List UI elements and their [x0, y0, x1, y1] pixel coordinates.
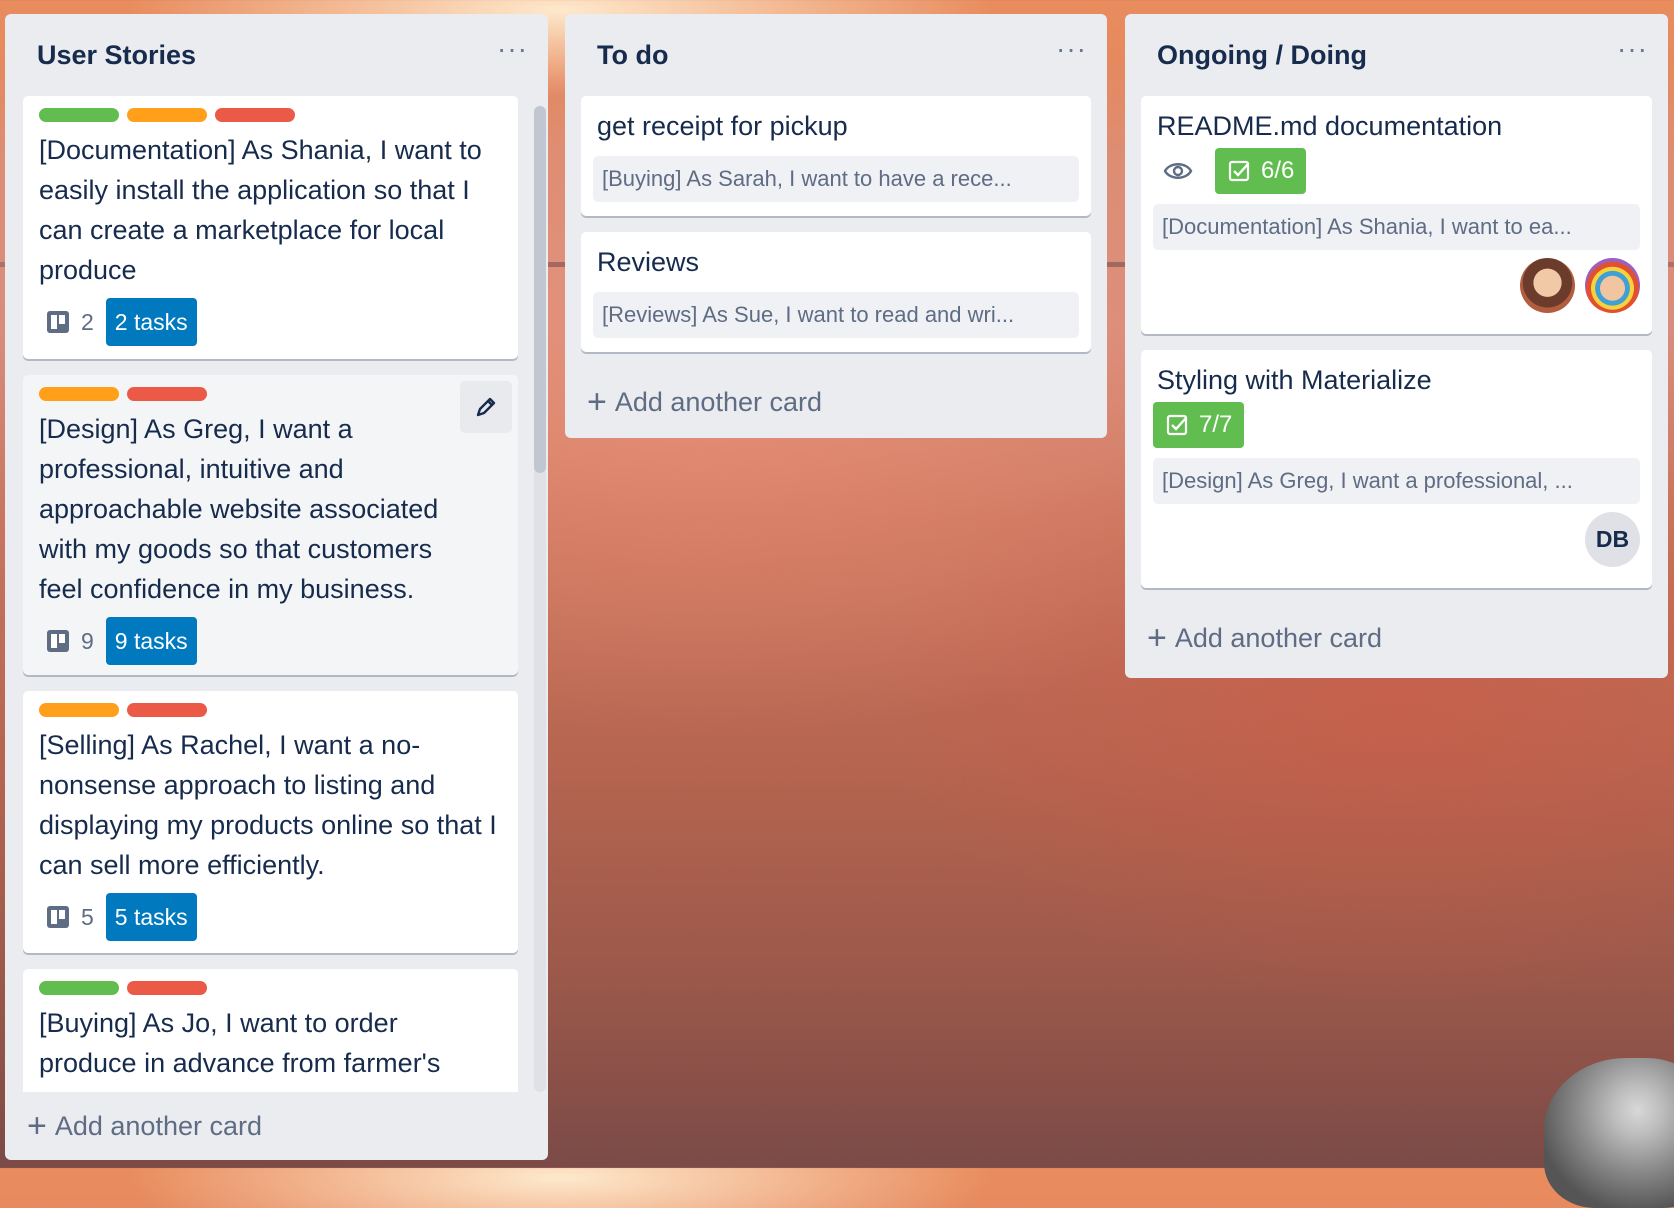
card[interactable]: [Selling] As Rachel, I want a no-nonsens…: [23, 691, 518, 953]
card-badges: 5 5 tasks: [39, 893, 502, 941]
add-card-button[interactable]: + Add another card: [5, 1092, 548, 1160]
attached-card[interactable]: [Design] As Greg, I want a professional,…: [1153, 458, 1640, 504]
attached-card[interactable]: [Reviews] As Sue, I want to read and wri…: [593, 292, 1079, 338]
list-menu-button[interactable]: ···: [497, 35, 528, 75]
plus-icon: +: [1147, 619, 1167, 657]
list-user-stories: User Stories ··· [Documentation] As Shan…: [5, 14, 548, 1160]
list-to-do: To do ··· get receipt for pickup [Buying…: [565, 14, 1107, 438]
list-menu-button[interactable]: ···: [1617, 35, 1648, 75]
tasks-badge[interactable]: 5 tasks: [105, 893, 197, 941]
add-card-label: Add another card: [1174, 622, 1382, 653]
pencil-icon: [476, 397, 496, 417]
card-title: [Selling] As Rachel, I want a no-nonsens…: [39, 730, 497, 880]
card[interactable]: README.md documentation 6/6 [Documentati…: [1141, 96, 1652, 334]
card-container: README.md documentation 6/6 [Documentati…: [1125, 96, 1668, 604]
add-card-button[interactable]: + Add another card: [1125, 604, 1668, 672]
add-card-label: Add another card: [614, 386, 822, 417]
list-ongoing-doing: Ongoing / Doing ··· README.md documentat…: [1125, 14, 1668, 678]
attached-card[interactable]: [Documentation] As Shania, I want to ea.…: [1153, 204, 1640, 250]
label-green[interactable]: [39, 108, 119, 122]
linked-cards-badge: 2: [39, 309, 94, 336]
list-header: User Stories ···: [5, 14, 548, 96]
card[interactable]: [Design] As Greg, I want a professional,…: [23, 375, 518, 675]
label-red[interactable]: [215, 108, 295, 122]
list-header: Ongoing / Doing ···: [1125, 14, 1668, 96]
card-title: [Documentation] As Shania, I want to eas…: [39, 135, 482, 285]
add-card-label: Add another card: [54, 1110, 262, 1141]
card-title: README.md documentation: [1157, 111, 1503, 141]
card[interactable]: [Documentation] As Shania, I want to eas…: [23, 96, 518, 359]
card-badges: 7/7: [1153, 402, 1640, 448]
edit-card-button[interactable]: [460, 381, 512, 433]
plus-icon: +: [587, 383, 607, 421]
card-badges: 6/6: [1153, 148, 1640, 194]
checklist-icon: [1228, 160, 1250, 182]
card-badges: 9 9 tasks: [39, 617, 502, 665]
label-orange[interactable]: [127, 108, 207, 122]
card[interactable]: [Buying] As Jo, I want to order produce …: [23, 969, 518, 1092]
label-red[interactable]: [127, 981, 207, 995]
scrollbar-thumb[interactable]: [534, 106, 546, 473]
linked-cards-count: 5: [81, 903, 94, 930]
card-title: get receipt for pickup: [597, 111, 848, 141]
label-red[interactable]: [127, 387, 207, 401]
label-green[interactable]: [39, 981, 119, 995]
linked-cards-count: 9: [81, 627, 94, 654]
scrollbar[interactable]: [534, 106, 546, 1092]
checklist-icon: [1166, 414, 1188, 436]
board: User Stories ··· [Documentation] As Shan…: [0, 0, 1674, 1168]
list-title[interactable]: User Stories: [37, 40, 196, 71]
label-orange[interactable]: [39, 703, 119, 717]
linked-cards-badge: 9: [39, 628, 94, 655]
member-avatar[interactable]: [1520, 258, 1575, 313]
card-labels: [39, 703, 502, 717]
plus-icon: +: [27, 1107, 47, 1145]
board-icon: [47, 906, 69, 928]
add-card-button[interactable]: + Add another card: [565, 368, 1107, 436]
card-members: DB: [1153, 512, 1640, 567]
linked-cards-count: 2: [81, 308, 94, 335]
checklist-badge[interactable]: 7/7: [1153, 402, 1245, 448]
card-labels: [39, 108, 502, 122]
list-menu-button[interactable]: ···: [1056, 35, 1087, 75]
member-avatar[interactable]: DB: [1585, 512, 1640, 567]
list-title[interactable]: To do: [597, 40, 668, 71]
card[interactable]: get receipt for pickup [Buying] As Sarah…: [581, 96, 1091, 216]
label-red[interactable]: [127, 703, 207, 717]
card-container: [Documentation] As Shania, I want to eas…: [5, 96, 548, 1092]
card-labels: [39, 387, 502, 401]
card-container: get receipt for pickup [Buying] As Sarah…: [565, 96, 1107, 368]
card-badges: 2 2 tasks: [39, 298, 502, 346]
checklist-count: 6/6: [1261, 157, 1295, 184]
list-header: To do ···: [565, 14, 1107, 96]
checklist-badge[interactable]: 6/6: [1215, 148, 1307, 194]
member-avatar[interactable]: [1585, 258, 1640, 313]
eye-icon: [1153, 160, 1203, 182]
label-orange[interactable]: [39, 387, 119, 401]
board-icon: [47, 311, 69, 333]
card-title: [Buying] As Jo, I want to order produce …: [39, 1008, 441, 1078]
linked-cards-badge: 5: [39, 904, 94, 931]
card-title: Styling with Materialize: [1157, 365, 1432, 395]
checklist-count: 7/7: [1199, 411, 1233, 438]
card-title: [Design] As Greg, I want a professional,…: [39, 414, 439, 604]
card-members: [1153, 258, 1640, 313]
list-title[interactable]: Ongoing / Doing: [1157, 40, 1367, 71]
board-icon: [47, 630, 69, 652]
attached-card[interactable]: [Buying] As Sarah, I want to have a rece…: [593, 156, 1079, 202]
card-labels: [39, 981, 502, 995]
card[interactable]: Styling with Materialize 7/7 [Design] As…: [1141, 350, 1652, 588]
card[interactable]: Reviews [Reviews] As Sue, I want to read…: [581, 232, 1091, 352]
card-title: Reviews: [597, 247, 700, 277]
tasks-badge[interactable]: 9 tasks: [105, 617, 197, 665]
tasks-badge[interactable]: 2 tasks: [105, 298, 197, 346]
